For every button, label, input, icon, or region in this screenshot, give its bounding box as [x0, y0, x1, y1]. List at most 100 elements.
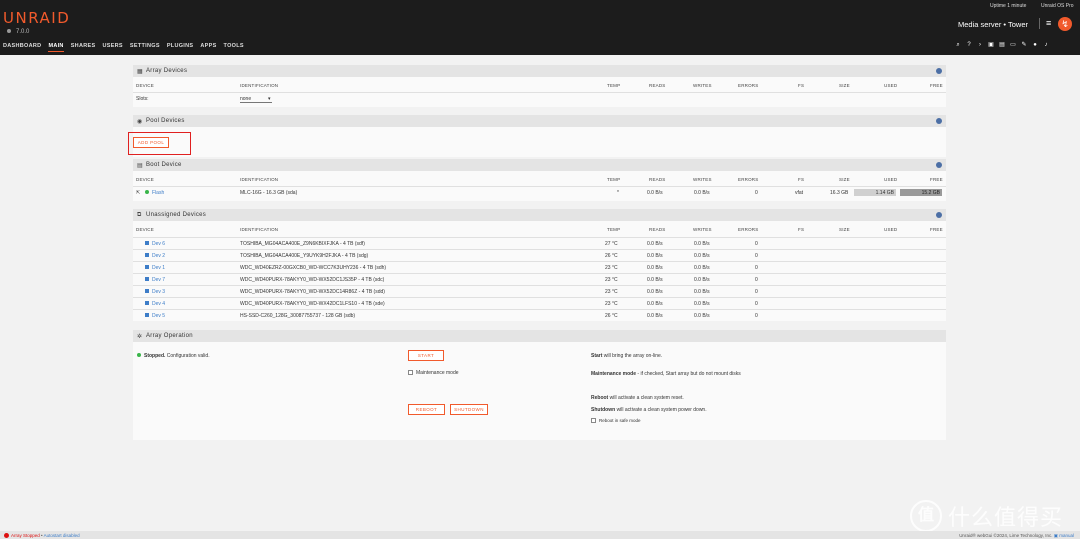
device-temp: 26 °C [605, 253, 618, 259]
slots-select[interactable]: none ▾ [240, 96, 272, 103]
boot-device-title: Boot Device [146, 162, 182, 168]
col-errors: ERRORS [738, 83, 759, 88]
server-name: Media server • Tower [958, 20, 1029, 29]
col-identification: IDENTIFICATION [240, 227, 279, 232]
disk-icon [145, 289, 149, 293]
flash-device-link[interactable]: Flash [145, 190, 164, 196]
safe-mode-option[interactable]: Reboot in safe mode [591, 418, 641, 424]
autostart-link[interactable]: Autostart disabled [44, 533, 80, 538]
monitor-icon[interactable]: ▭ [1010, 42, 1016, 48]
maintenance-checkbox[interactable] [408, 370, 413, 376]
account-icon[interactable]: ↯ [1058, 17, 1072, 31]
disk-icon: ▦ [137, 69, 143, 75]
device-errors: 0 [755, 265, 758, 271]
col-temp: TEMP [607, 227, 621, 232]
panel-settings-icon[interactable] [936, 118, 942, 124]
manual-link[interactable]: ▣ manual [1054, 533, 1074, 538]
terminal-icon[interactable]: › [977, 42, 983, 48]
col-device: DEVICE [136, 177, 154, 182]
device-link[interactable]: Dev 5 [145, 313, 165, 319]
col-free: FREE [930, 83, 943, 88]
device-link[interactable]: Dev 6 [145, 241, 165, 247]
disk-icon [145, 265, 149, 269]
status-dot-icon [7, 29, 11, 33]
col-temp: TEMP [607, 83, 621, 88]
array-status: Stopped. Configuration valid. [137, 353, 210, 359]
safe-mode-label: Reboot in safe mode [599, 418, 641, 423]
device-identification: WDC_WD40PURX-78AKYY0_WD-WX52DC14R86Z - 4… [240, 289, 385, 295]
device-writes: 0.0 B/s [694, 277, 710, 283]
bell-icon[interactable]: ♪ [1043, 42, 1049, 48]
info-icon[interactable]: ● [1032, 42, 1038, 48]
device-temp: 23 °C [605, 289, 618, 295]
panel-settings-icon[interactable] [936, 68, 942, 74]
nav-dashboard[interactable]: DASHBOARD [3, 43, 41, 52]
device-link[interactable]: Dev 7 [145, 277, 165, 283]
nav-main[interactable]: MAIN [48, 43, 64, 52]
device-name: Dev 4 [152, 301, 166, 307]
device-name: Dev 2 [152, 253, 166, 259]
disk-icon [145, 301, 149, 305]
shutdown-button[interactable]: SHUTDOWN [450, 404, 488, 415]
device-link[interactable]: Dev 1 [145, 265, 165, 271]
pool-devices-header: ◉ Pool Devices [133, 115, 946, 127]
table-row: Dev 6 TOSHIBA_MG04ACA400E_Z9N6KBIXFJKA -… [133, 237, 946, 248]
nav-settings[interactable]: SETTINGS [130, 43, 160, 52]
feedback-icon[interactable]: ✎ [1021, 42, 1027, 48]
col-fs: FS [798, 177, 805, 182]
shutdown-desc-text: will activate a clean system power down. [616, 407, 707, 413]
free-bar: 15.2 GB [900, 189, 942, 196]
unraid-logo[interactable]: UNRAID [3, 9, 70, 27]
table-row: Dev 1 WDC_WD40EZRZ-00GXCB0_WD-WCC7K3UHY2… [133, 261, 946, 272]
col-errors: ERRORS [738, 177, 759, 182]
flash-fs: vfat [795, 190, 804, 196]
external-link-icon[interactable]: ⇱ [136, 190, 140, 196]
device-link[interactable]: Dev 4 [145, 301, 165, 307]
disk-icon [145, 277, 149, 281]
nav-apps[interactable]: APPS [200, 43, 216, 52]
reboot-description: Reboot will activate a clean system rese… [591, 395, 684, 401]
nav-plugins[interactable]: PLUGINS [167, 43, 194, 52]
toolbar-icons: ⌕ ? › ▣ ▤ ▭ ✎ ● ♪ [955, 42, 1049, 48]
disk-icon [145, 241, 149, 245]
flash-used: 1.14 GB [875, 190, 894, 196]
log-icon[interactable]: ▤ [999, 42, 1005, 48]
device-reads: 0.0 B/s [647, 277, 663, 283]
pool-icon: ◉ [137, 119, 143, 125]
boot-icon: ▤ [137, 163, 143, 169]
panel-settings-icon[interactable] [936, 212, 942, 218]
device-temp: 23 °C [605, 265, 618, 271]
device-temp: 27 °C [605, 241, 618, 247]
copy-icon[interactable]: ▣ [988, 42, 994, 48]
device-reads: 0.0 B/s [647, 313, 663, 319]
table-row: Dev 5 HS-SSD-C260_128G_30087755737 - 128… [133, 309, 946, 320]
col-free: FREE [930, 177, 943, 182]
device-link[interactable]: Dev 2 [145, 253, 165, 259]
search-icon[interactable]: ⌕ [955, 42, 961, 48]
col-identification: IDENTIFICATION [240, 177, 279, 182]
col-size: SIZE [839, 83, 850, 88]
device-link[interactable]: Dev 3 [145, 289, 165, 295]
status-bold: Stopped. [144, 353, 166, 359]
device-temp: 23 °C [605, 277, 618, 283]
col-writes: WRITES [693, 227, 712, 232]
boot-column-headers: DEVICE IDENTIFICATION TEMP READS WRITES … [133, 175, 946, 184]
flash-identification: MLC-16G - 16.3 GB (sda) [240, 190, 298, 196]
device-identification: WDC_WD40PURX-78AKYY0_WD-WX52DC1JS35P - 4… [240, 277, 385, 283]
col-used: USED [884, 177, 898, 182]
nav-tools[interactable]: TOOLS [224, 43, 244, 52]
start-button[interactable]: START [408, 350, 444, 361]
nav-shares[interactable]: SHARES [71, 43, 96, 52]
safe-mode-checkbox[interactable] [591, 418, 596, 424]
status-detail: Configuration valid. [166, 353, 210, 359]
hamburger-menu-icon[interactable]: ≡ [1046, 18, 1051, 28]
nav-users[interactable]: USERS [102, 43, 122, 52]
help-icon[interactable]: ? [966, 42, 972, 48]
maintenance-option[interactable]: Maintenance mode [408, 370, 459, 376]
device-errors: 0 [755, 289, 758, 295]
panel-settings-icon[interactable] [936, 162, 942, 168]
unassigned-devices-header: ⧉ Unassigned Devices [133, 209, 946, 221]
os-edition[interactable]: Unraid OS Pro [1041, 3, 1074, 9]
reboot-button[interactable]: REBOOT [408, 404, 445, 415]
start-desc-text: will bring the array on-line. [603, 353, 663, 359]
